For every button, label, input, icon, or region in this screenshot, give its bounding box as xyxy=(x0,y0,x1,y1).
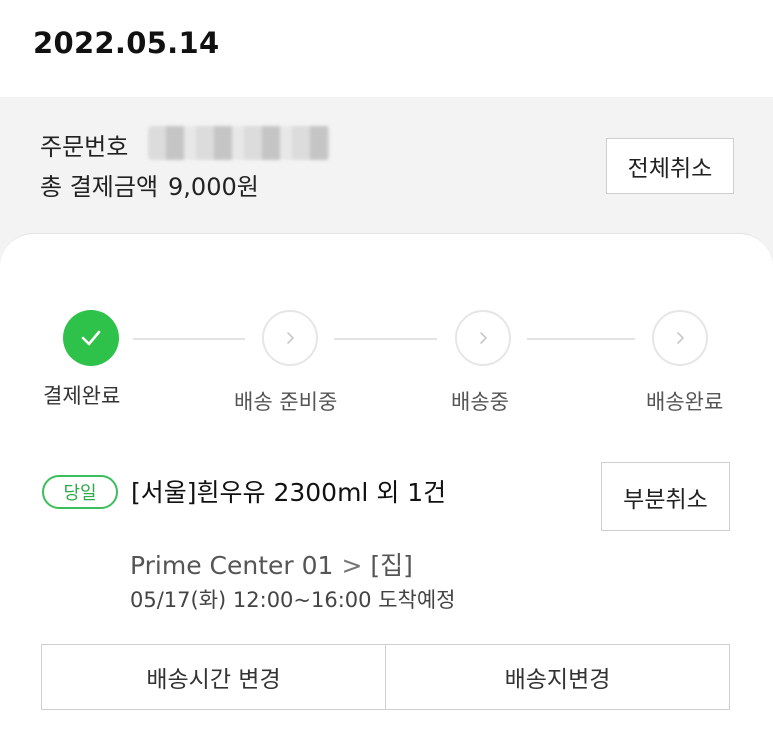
progress-line xyxy=(334,338,437,340)
step-label-payment-complete: 결제완료 xyxy=(43,384,121,408)
total-amount-row: 총 결제금액 9,000원 xyxy=(40,167,259,202)
chevron-right-icon: > xyxy=(341,551,363,580)
item-title[interactable]: [서울]흰우유 2300ml 외 1건 xyxy=(131,473,446,509)
date-header: 2022.05.14 xyxy=(0,0,773,97)
delivery-eta: 05/17(화) 12:00~16:00 도착예정 xyxy=(130,588,456,612)
same-day-badge: 당일 xyxy=(42,475,118,509)
order-number-label: 주문번호 xyxy=(40,133,129,161)
change-address-button[interactable]: 배송지변경 xyxy=(385,645,729,709)
total-amount-label: 총 결제금액 xyxy=(40,173,159,201)
chevron-right-icon xyxy=(287,332,294,344)
order-number-row: 주문번호 xyxy=(40,127,128,162)
change-delivery-time-button[interactable]: 배송시간 변경 xyxy=(42,645,385,709)
total-amount-value: 9,000원 xyxy=(168,173,259,201)
chevron-right-icon xyxy=(677,332,684,344)
delivery-route: Prime Center 01 > [집] xyxy=(130,546,413,582)
step-pending-circle xyxy=(652,310,708,366)
order-summary: 주문번호 총 결제금액 9,000원 전체취소 xyxy=(0,97,773,237)
chevron-right-icon xyxy=(480,332,487,344)
origin-center: Prime Center 01 xyxy=(130,551,334,580)
check-icon xyxy=(81,330,101,346)
cancel-all-button[interactable]: 전체취소 xyxy=(606,138,734,194)
step-pending-circle xyxy=(262,310,318,366)
destination-label: [집] xyxy=(370,551,413,580)
step-pending-circle xyxy=(455,310,511,366)
progress-line xyxy=(527,338,635,340)
step-label-shipping: 배송중 xyxy=(451,390,509,414)
delivery-actions: 배송시간 변경 배송지변경 xyxy=(41,644,730,710)
order-date: 2022.05.14 xyxy=(33,26,220,60)
partial-cancel-button[interactable]: 부분취소 xyxy=(601,462,730,531)
step-label-delivered: 배송완료 xyxy=(646,390,724,414)
order-number-redacted xyxy=(148,126,330,160)
progress-line xyxy=(133,338,245,340)
step-completed-circle xyxy=(63,310,119,366)
step-label-preparing: 배송 준비중 xyxy=(234,390,338,414)
delivery-progress: 결제완료 배송 준비중 배송중 배송완료 xyxy=(0,307,773,417)
